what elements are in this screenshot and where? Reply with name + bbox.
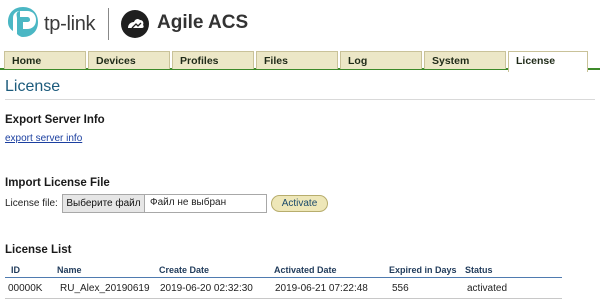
activate-button[interactable]: Activate (271, 195, 328, 212)
cell-id: 00000K (8, 283, 43, 294)
tab-profiles[interactable]: Profiles (172, 51, 254, 69)
agile-acs-logo-icon (121, 10, 149, 38)
tp-link-logo-icon (8, 7, 38, 37)
app-header: tp-link Agile ACS (0, 0, 600, 50)
cell-activated-date: 2019-06-21 07:22:48 (275, 283, 368, 294)
tab-devices[interactable]: Devices (88, 51, 170, 69)
export-server-info-link[interactable]: export server info (5, 133, 82, 144)
page-title: License (5, 78, 61, 95)
license-list-heading: License List (5, 244, 72, 256)
tab-system[interactable]: System (424, 51, 506, 69)
brand-name: tp-link (44, 13, 96, 35)
title-divider (5, 99, 595, 100)
column-header-id: ID (11, 265, 20, 275)
column-header-create-date: Create Date (159, 265, 210, 275)
table-header-divider (5, 277, 562, 278)
license-file-label: License file: (5, 198, 58, 209)
column-header-name: Name (57, 265, 82, 275)
file-status-text: Файл не выбран (150, 197, 227, 208)
cell-status: activated (467, 283, 508, 294)
product-name: Agile ACS (157, 12, 249, 33)
table-row-divider (5, 298, 562, 299)
tab-license[interactable]: License (508, 51, 588, 72)
main-tab-bar: Home Devices Profiles Files Log System L… (0, 50, 600, 72)
header-divider (108, 8, 109, 40)
column-header-activated-date: Activated Date (274, 265, 337, 275)
choose-file-button[interactable]: Выберите файл (63, 195, 145, 212)
import-heading: Import License File (5, 177, 110, 189)
tab-home[interactable]: Home (4, 51, 86, 69)
cell-create-date: 2019-06-20 02:32:30 (160, 283, 253, 294)
cell-expired-in-days: 556 (392, 283, 409, 294)
column-header-expired-in-days: Expired in Days (389, 265, 457, 275)
cell-name: RU_Alex_20190619 (60, 283, 150, 294)
tab-files[interactable]: Files (256, 51, 338, 69)
column-header-status: Status (465, 265, 493, 275)
license-file-input[interactable]: Выберите файл Файл не выбран (62, 194, 267, 213)
export-heading: Export Server Info (5, 114, 105, 126)
tab-log[interactable]: Log (340, 51, 422, 69)
